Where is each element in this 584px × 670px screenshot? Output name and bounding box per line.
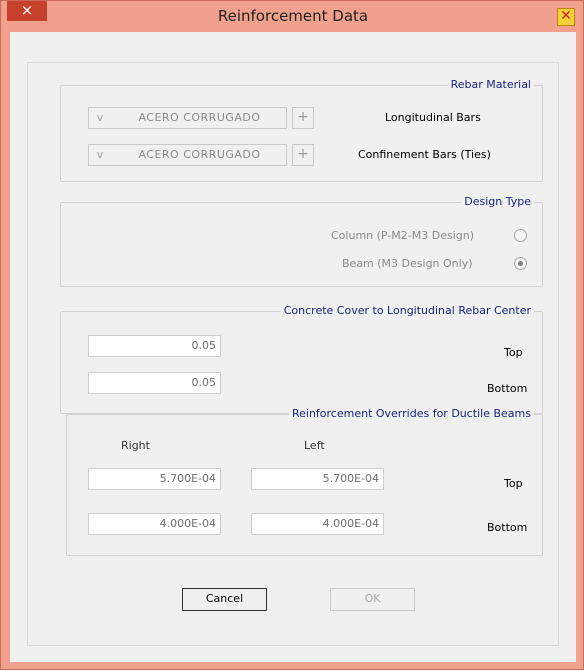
cover-top-field[interactable]: 0.05 xyxy=(88,335,221,357)
override-bottom-left-field[interactable]: 4.000E-04 xyxy=(251,513,384,535)
add-longitudinal-material-button[interactable]: + xyxy=(292,107,314,129)
override-top-left-field[interactable]: 5.700E-04 xyxy=(251,468,384,490)
confinement-bars-value: ACERO CORRUGADO xyxy=(138,148,261,161)
longitudinal-bars-select[interactable]: v ACERO CORRUGADO xyxy=(88,107,287,129)
plus-icon: + xyxy=(297,109,309,125)
confinement-bars-label: Confinement Bars (Ties) xyxy=(358,148,491,161)
override-top-label: Top xyxy=(504,477,523,490)
column-design-label: Column (P-M2-M3 Design) xyxy=(331,229,474,242)
override-bottom-right-field[interactable]: 4.000E-04 xyxy=(88,513,221,535)
column-design-option[interactable]: Column (P-M2-M3 Design) xyxy=(331,229,474,242)
app-icon: ✕ xyxy=(557,8,575,26)
rebar-material-legend: Rebar Material xyxy=(447,78,534,91)
concrete-cover-legend: Concrete Cover to Longitudinal Rebar Cen… xyxy=(280,304,534,317)
override-bottom-label: Bottom xyxy=(487,521,528,534)
beam-design-label: Beam (M3 Design Only) xyxy=(342,257,473,270)
chevron-down-icon[interactable]: v xyxy=(89,108,111,128)
design-type-group: Design Type xyxy=(60,195,543,287)
design-type-legend: Design Type xyxy=(461,195,534,208)
chevron-down-icon[interactable]: v xyxy=(89,145,111,165)
overrides-legend: Reinforcement Overrides for Ductile Beam… xyxy=(288,407,534,420)
cancel-button[interactable]: Cancel xyxy=(182,588,267,611)
cover-top-label: Top xyxy=(504,346,523,359)
rebar-material-group: Rebar Material xyxy=(60,78,543,182)
add-confinement-material-button[interactable]: + xyxy=(292,144,314,166)
longitudinal-bars-value: ACERO CORRUGADO xyxy=(138,111,261,124)
beam-design-option[interactable]: Beam (M3 Design Only) xyxy=(342,257,473,270)
left-column-header: Left xyxy=(304,439,325,452)
beam-design-radio[interactable] xyxy=(514,257,527,270)
title-bar[interactable]: × Reinforcement Data ✕ xyxy=(1,1,584,31)
override-top-right-field[interactable]: 5.700E-04 xyxy=(88,468,221,490)
confinement-bars-select[interactable]: v ACERO CORRUGADO xyxy=(88,144,287,166)
dialog-window: × Reinforcement Data ✕ Rebar Material v … xyxy=(0,0,584,670)
ok-button[interactable]: OK xyxy=(330,588,415,611)
concrete-cover-group: Concrete Cover to Longitudinal Rebar Cen… xyxy=(60,304,543,414)
longitudinal-bars-label: Longitudinal Bars xyxy=(385,111,481,124)
column-design-radio[interactable] xyxy=(514,229,527,242)
cover-bottom-field[interactable]: 0.05 xyxy=(88,372,221,394)
plus-icon: + xyxy=(297,146,309,162)
cover-bottom-label: Bottom xyxy=(487,382,528,395)
window-title: Reinforcement Data xyxy=(217,7,369,25)
right-column-header: Right xyxy=(121,439,150,452)
